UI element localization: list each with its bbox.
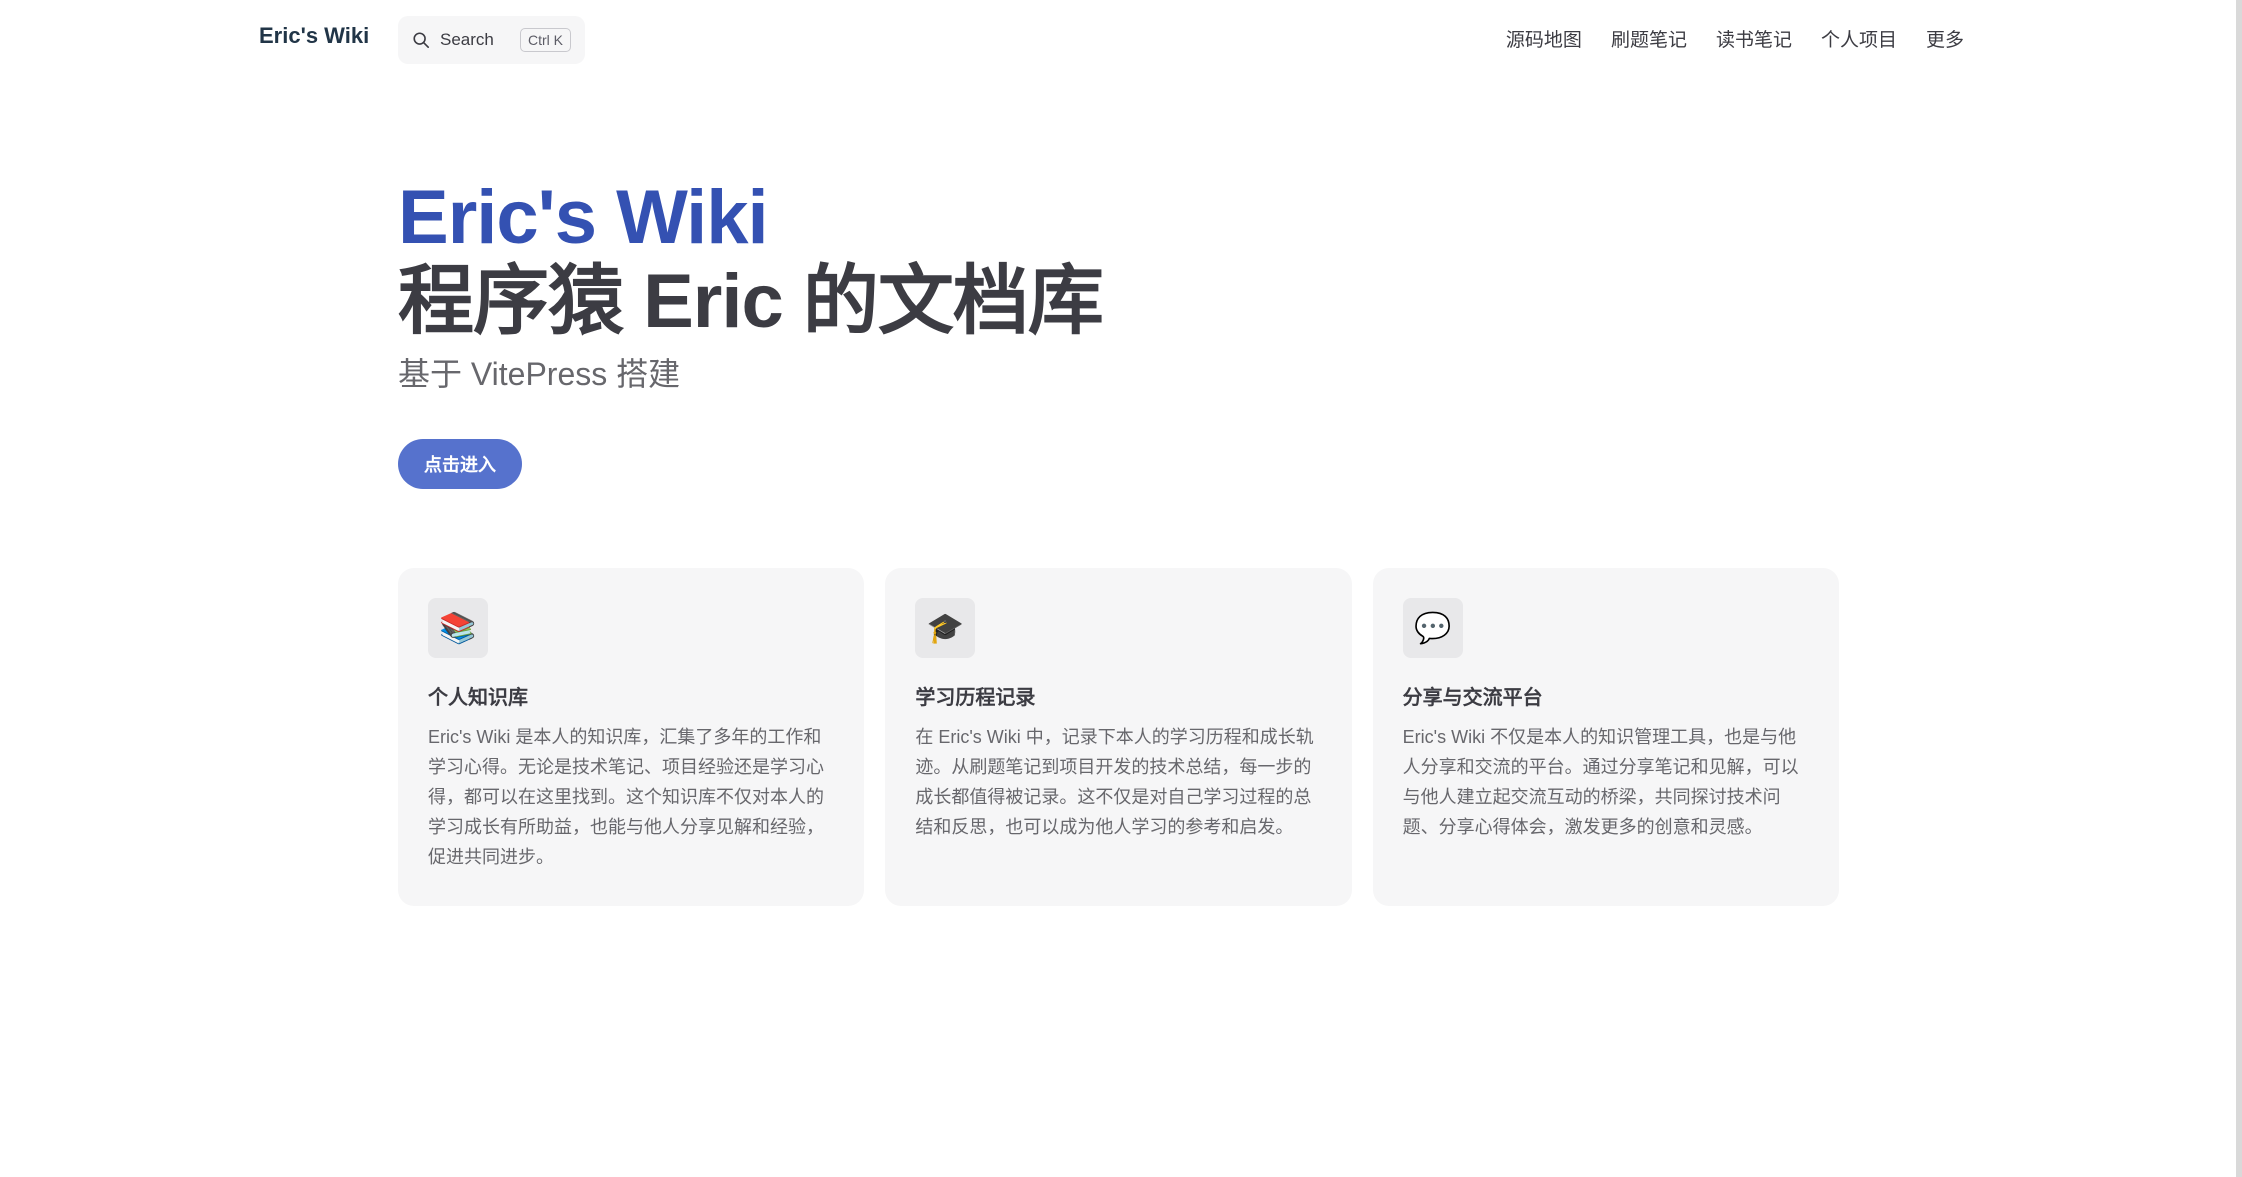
top-nav: Eric's Wiki Search Ctrl K 源码地图 刷题笔记 读书笔记… (0, 0, 2236, 78)
books-icon: 📚 (428, 598, 488, 658)
search-button[interactable]: Search Ctrl K (398, 16, 585, 64)
speech-bubble-icon: 💬 (1402, 598, 1463, 658)
hero-tagline: 基于 VitePress 搭建 (398, 356, 681, 392)
graduation-cap-icon: 🎓 (915, 598, 976, 658)
hero-name: Eric's Wiki (398, 175, 769, 260)
feature-title: 个人知识库 (428, 687, 528, 709)
feature-details: Eric's Wiki 不仅是本人的知识管理工具，也是与他人分享和交流的平台。通… (1402, 727, 1799, 837)
feature-card: 🎓 学习历程记录 在 Eric's Wiki 中，记录下本人的学习历程和成长轨迹… (885, 568, 1352, 906)
nav-links: 源码地图 刷题笔记 读书笔记 个人项目 更多 (1506, 25, 1964, 52)
site-title[interactable]: Eric's Wiki (259, 23, 369, 49)
search-icon (413, 32, 430, 49)
nav-link-personal-projects[interactable]: 个人项目 (1821, 25, 1897, 52)
feature-card: 📚 个人知识库 Eric's Wiki 是本人的知识库，汇集了多年的工作和学习心… (398, 568, 865, 906)
nav-link-reading-notes[interactable]: 读书笔记 (1716, 25, 1792, 52)
nav-link-more[interactable]: 更多 (1926, 25, 1964, 52)
hero-section: Eric's Wiki 程序猿 Eric 的文档库 基于 VitePress 搭… (398, 175, 1104, 489)
feature-title: 学习历程记录 (915, 687, 1036, 709)
feature-details: Eric's Wiki 是本人的知识库，汇集了多年的工作和学习心得。无论是技术笔… (428, 727, 824, 867)
feature-title: 分享与交流平台 (1402, 687, 1543, 709)
page-scrollbar[interactable] (2236, 0, 2242, 1177)
hero-text: 程序猿 Eric 的文档库 (398, 259, 1104, 344)
feature-details: 在 Eric's Wiki 中，记录下本人的学习历程和成长轨迹。从刷题笔记到项目… (915, 727, 1314, 837)
nav-link-source-map[interactable]: 源码地图 (1506, 25, 1582, 52)
features-grid: 📚 个人知识库 Eric's Wiki 是本人的知识库，汇集了多年的工作和学习心… (398, 568, 1839, 906)
search-label: Search (440, 30, 494, 49)
feature-card: 💬 分享与交流平台 Eric's Wiki 不仅是本人的知识管理工具，也是与他人… (1372, 568, 1839, 906)
search-shortcut-badge: Ctrl K (520, 28, 571, 52)
enter-button[interactable]: 点击进入 (398, 439, 522, 489)
nav-link-leetcode-notes[interactable]: 刷题笔记 (1611, 25, 1687, 52)
